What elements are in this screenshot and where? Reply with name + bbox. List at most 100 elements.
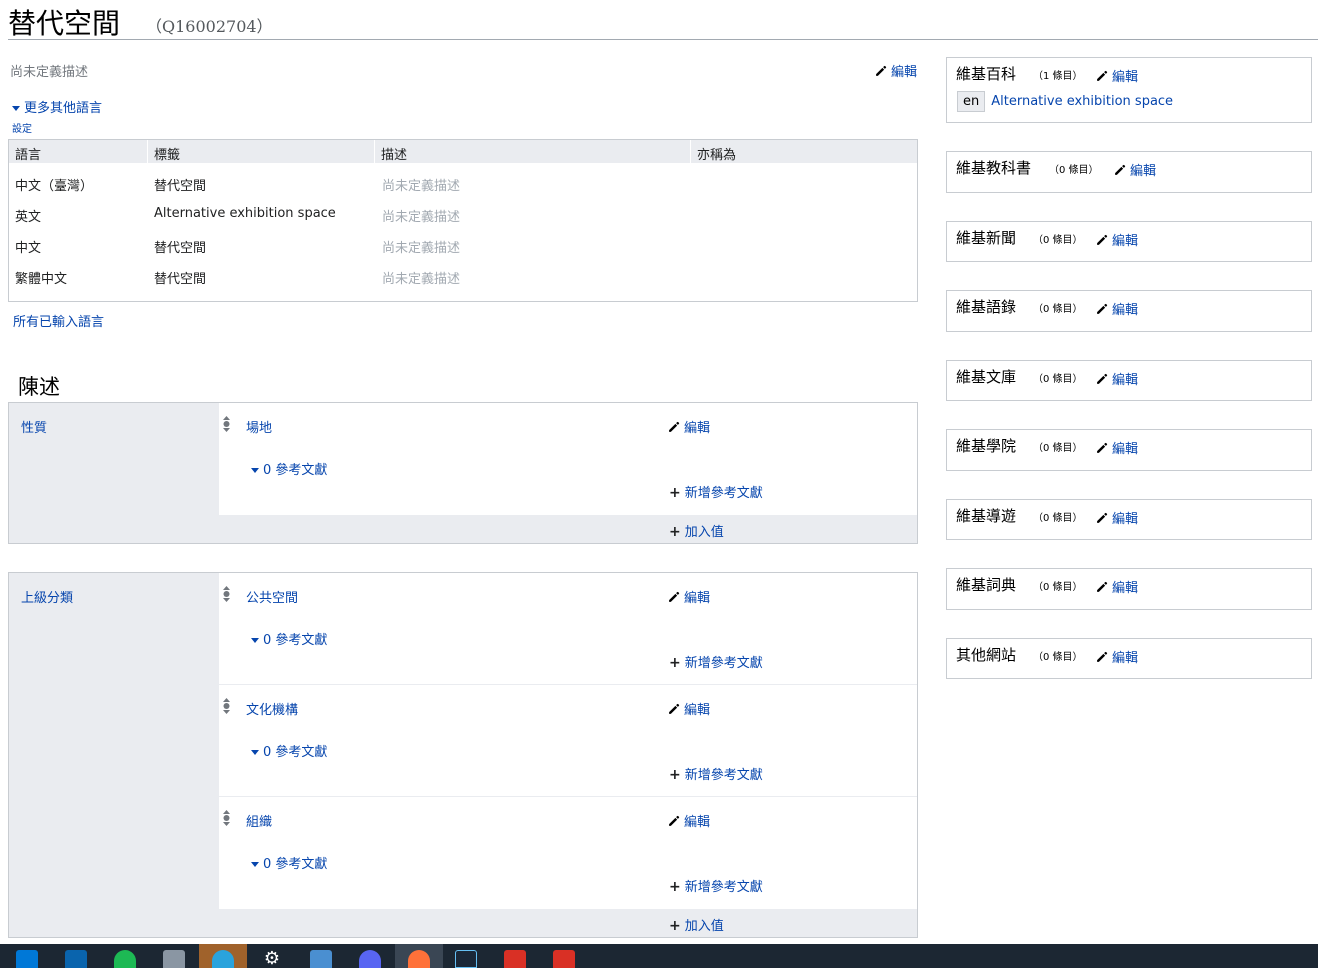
edit-label: 編輯 <box>684 591 711 606</box>
sitelink-group-wikisource: 維基文庫 （0 條目） 編輯 <box>946 360 1312 401</box>
page-heading: 替代空間 （Q16002704） <box>8 0 1318 40</box>
caret-down-icon <box>251 862 259 867</box>
add-reference-button[interactable]: + 新增參考文獻 <box>669 652 763 671</box>
discord-icon[interactable] <box>359 950 381 968</box>
item-id: （Q16002704） <box>146 17 273 36</box>
pencil-icon <box>874 64 888 78</box>
sitelink-group-wikipedia: 維基百科 （1 條目） 編輯 en Alternative exhibition… <box>946 57 1312 123</box>
mail-icon[interactable] <box>65 950 87 968</box>
sitelink-group-wikiversity: 維基學院 （0 條目） 編輯 <box>946 429 1312 471</box>
edit-description-button[interactable]: 編輯 <box>874 61 917 80</box>
edit-label: 編輯 <box>1112 373 1139 388</box>
plus-icon: + <box>669 918 681 934</box>
all-languages-link[interactable]: 所有已輸入語言 <box>13 311 104 330</box>
windows-start-icon[interactable] <box>16 950 38 968</box>
sitelink-group-title: 維基語錄 <box>956 298 1017 316</box>
sitelink-group-title: 維基詞典 <box>956 576 1017 594</box>
edit-statement-button[interactable]: 編輯 <box>667 811 710 830</box>
references-toggle[interactable]: 0 參考文獻 <box>251 459 327 478</box>
caret-down-icon <box>12 106 20 111</box>
spotify-icon[interactable] <box>114 950 136 968</box>
rank-selector-icon[interactable] <box>222 809 231 827</box>
sitelink-count: （0 條目） <box>1033 582 1083 593</box>
sitelink-group-title: 維基新聞 <box>956 229 1017 247</box>
references-toggle[interactable]: 0 參考文獻 <box>251 741 327 760</box>
references-toggle[interactable]: 0 參考文獻 <box>251 853 327 872</box>
steam-icon[interactable] <box>455 950 477 968</box>
column-header-description: 描述 <box>381 148 408 163</box>
sitelink-count: （0 條目） <box>1033 374 1083 385</box>
row-label: Alternative exhibition space <box>154 206 336 221</box>
edit-sitelinks-button[interactable]: 編輯 <box>1095 299 1138 318</box>
plus-icon: + <box>669 879 681 895</box>
sitelink-count: （1 條目） <box>1033 71 1083 82</box>
references-toggle[interactable]: 0 參考文獻 <box>251 629 327 648</box>
edit-label: 編輯 <box>684 815 711 830</box>
photos-icon[interactable] <box>163 950 185 968</box>
pencil-icon <box>1095 580 1109 594</box>
add-reference-label: 新增參考文獻 <box>684 656 763 671</box>
edit-label: 編輯 <box>891 65 918 80</box>
property-link[interactable]: 性質 <box>21 417 47 436</box>
sitelink-count: （0 條目） <box>1049 165 1099 176</box>
edit-label: 編輯 <box>1112 70 1139 85</box>
sitelink-title-link[interactable]: Alternative exhibition space <box>991 94 1173 109</box>
sitelink-group-wikibooks: 維基教科書 （0 條目） 編輯 <box>946 151 1312 193</box>
control-panel-icon[interactable] <box>310 950 332 968</box>
rank-selector-icon[interactable] <box>222 415 231 433</box>
pdf-icon[interactable] <box>553 950 575 968</box>
rank-selector-icon[interactable] <box>222 697 231 715</box>
statement-value[interactable]: 場地 <box>246 417 272 436</box>
edit-sitelinks-button[interactable]: 編輯 <box>1113 160 1156 179</box>
add-reference-button[interactable]: + 新增參考文獻 <box>669 876 763 895</box>
add-reference-button[interactable]: + 新增參考文獻 <box>669 764 763 783</box>
pencil-icon <box>1095 372 1109 386</box>
property-link[interactable]: 上級分類 <box>21 587 73 606</box>
add-value-button[interactable]: + 加入值 <box>669 915 724 934</box>
statement-group-subclass-of: 上級分類 公共空間 0 參考文獻 編輯 + 新增參考文獻 文化機構 0 參考文獻 … <box>8 572 918 938</box>
pdf-icon[interactable] <box>504 950 526 968</box>
add-reference-button[interactable]: + 新增參考文獻 <box>669 482 763 501</box>
statements-heading: 陳述 <box>18 375 60 399</box>
statement: 組織 0 參考文獻 編輯 + 新增參考文獻 <box>219 797 917 909</box>
language-row: 英文 Alternative exhibition space 尚未定義描述 <box>9 200 917 230</box>
pencil-icon <box>667 420 681 434</box>
edit-sitelinks-button[interactable]: 編輯 <box>1095 230 1138 249</box>
pencil-icon <box>1095 441 1109 455</box>
row-description: 尚未定義描述 <box>382 241 461 256</box>
edit-sitelinks-button[interactable]: 編輯 <box>1095 369 1138 388</box>
edit-sitelinks-button[interactable]: 編輯 <box>1095 438 1138 457</box>
statement: 文化機構 0 參考文獻 編輯 + 新增參考文獻 <box>219 685 917 797</box>
pencil-icon <box>667 590 681 604</box>
edit-sitelinks-button[interactable]: 編輯 <box>1095 508 1138 527</box>
statement-value[interactable]: 公共空間 <box>246 587 298 606</box>
language-settings-link[interactable]: 設定 <box>12 120 32 135</box>
pencil-icon <box>667 702 681 716</box>
plus-icon: + <box>669 524 681 540</box>
statement-group-instance-of: 性質 場地 0 參考文獻 編輯 + 新增參考文獻 + 加入值 <box>8 402 918 544</box>
edit-sitelinks-button[interactable]: 編輯 <box>1095 647 1138 666</box>
sitelink-group-title: 維基教科書 <box>956 159 1032 177</box>
edit-statement-button[interactable]: 編輯 <box>667 699 710 718</box>
sitelink-group-wikinews: 維基新聞 （0 條目） 編輯 <box>946 221 1312 262</box>
caret-down-icon <box>251 750 259 755</box>
add-value-button[interactable]: + 加入值 <box>669 521 724 540</box>
edit-sitelinks-button[interactable]: 編輯 <box>1095 66 1138 85</box>
edit-statement-button[interactable]: 編輯 <box>667 587 710 606</box>
telegram-taskbar-item[interactable] <box>199 944 247 968</box>
sitelink-count: （0 條目） <box>1033 304 1083 315</box>
pencil-icon <box>1095 233 1109 247</box>
edit-statement-button[interactable]: 編輯 <box>667 417 710 436</box>
edit-sitelinks-button[interactable]: 編輯 <box>1095 577 1138 596</box>
edit-label: 編輯 <box>1112 442 1139 457</box>
more-languages-toggle[interactable]: 更多其他語言 <box>12 97 102 116</box>
settings-icon[interactable]: ⚙ <box>261 950 283 968</box>
statement-value[interactable]: 組織 <box>246 811 272 830</box>
row-description: 尚未定義描述 <box>382 179 461 194</box>
row-label: 替代空間 <box>154 272 207 287</box>
statement-value[interactable]: 文化機構 <box>246 699 298 718</box>
firefox-taskbar-item[interactable] <box>395 944 443 968</box>
add-reference-label: 新增參考文獻 <box>684 768 763 783</box>
rank-selector-icon[interactable] <box>222 585 231 603</box>
language-row: 繁體中文 替代空間 尚未定義描述 <box>9 262 917 292</box>
